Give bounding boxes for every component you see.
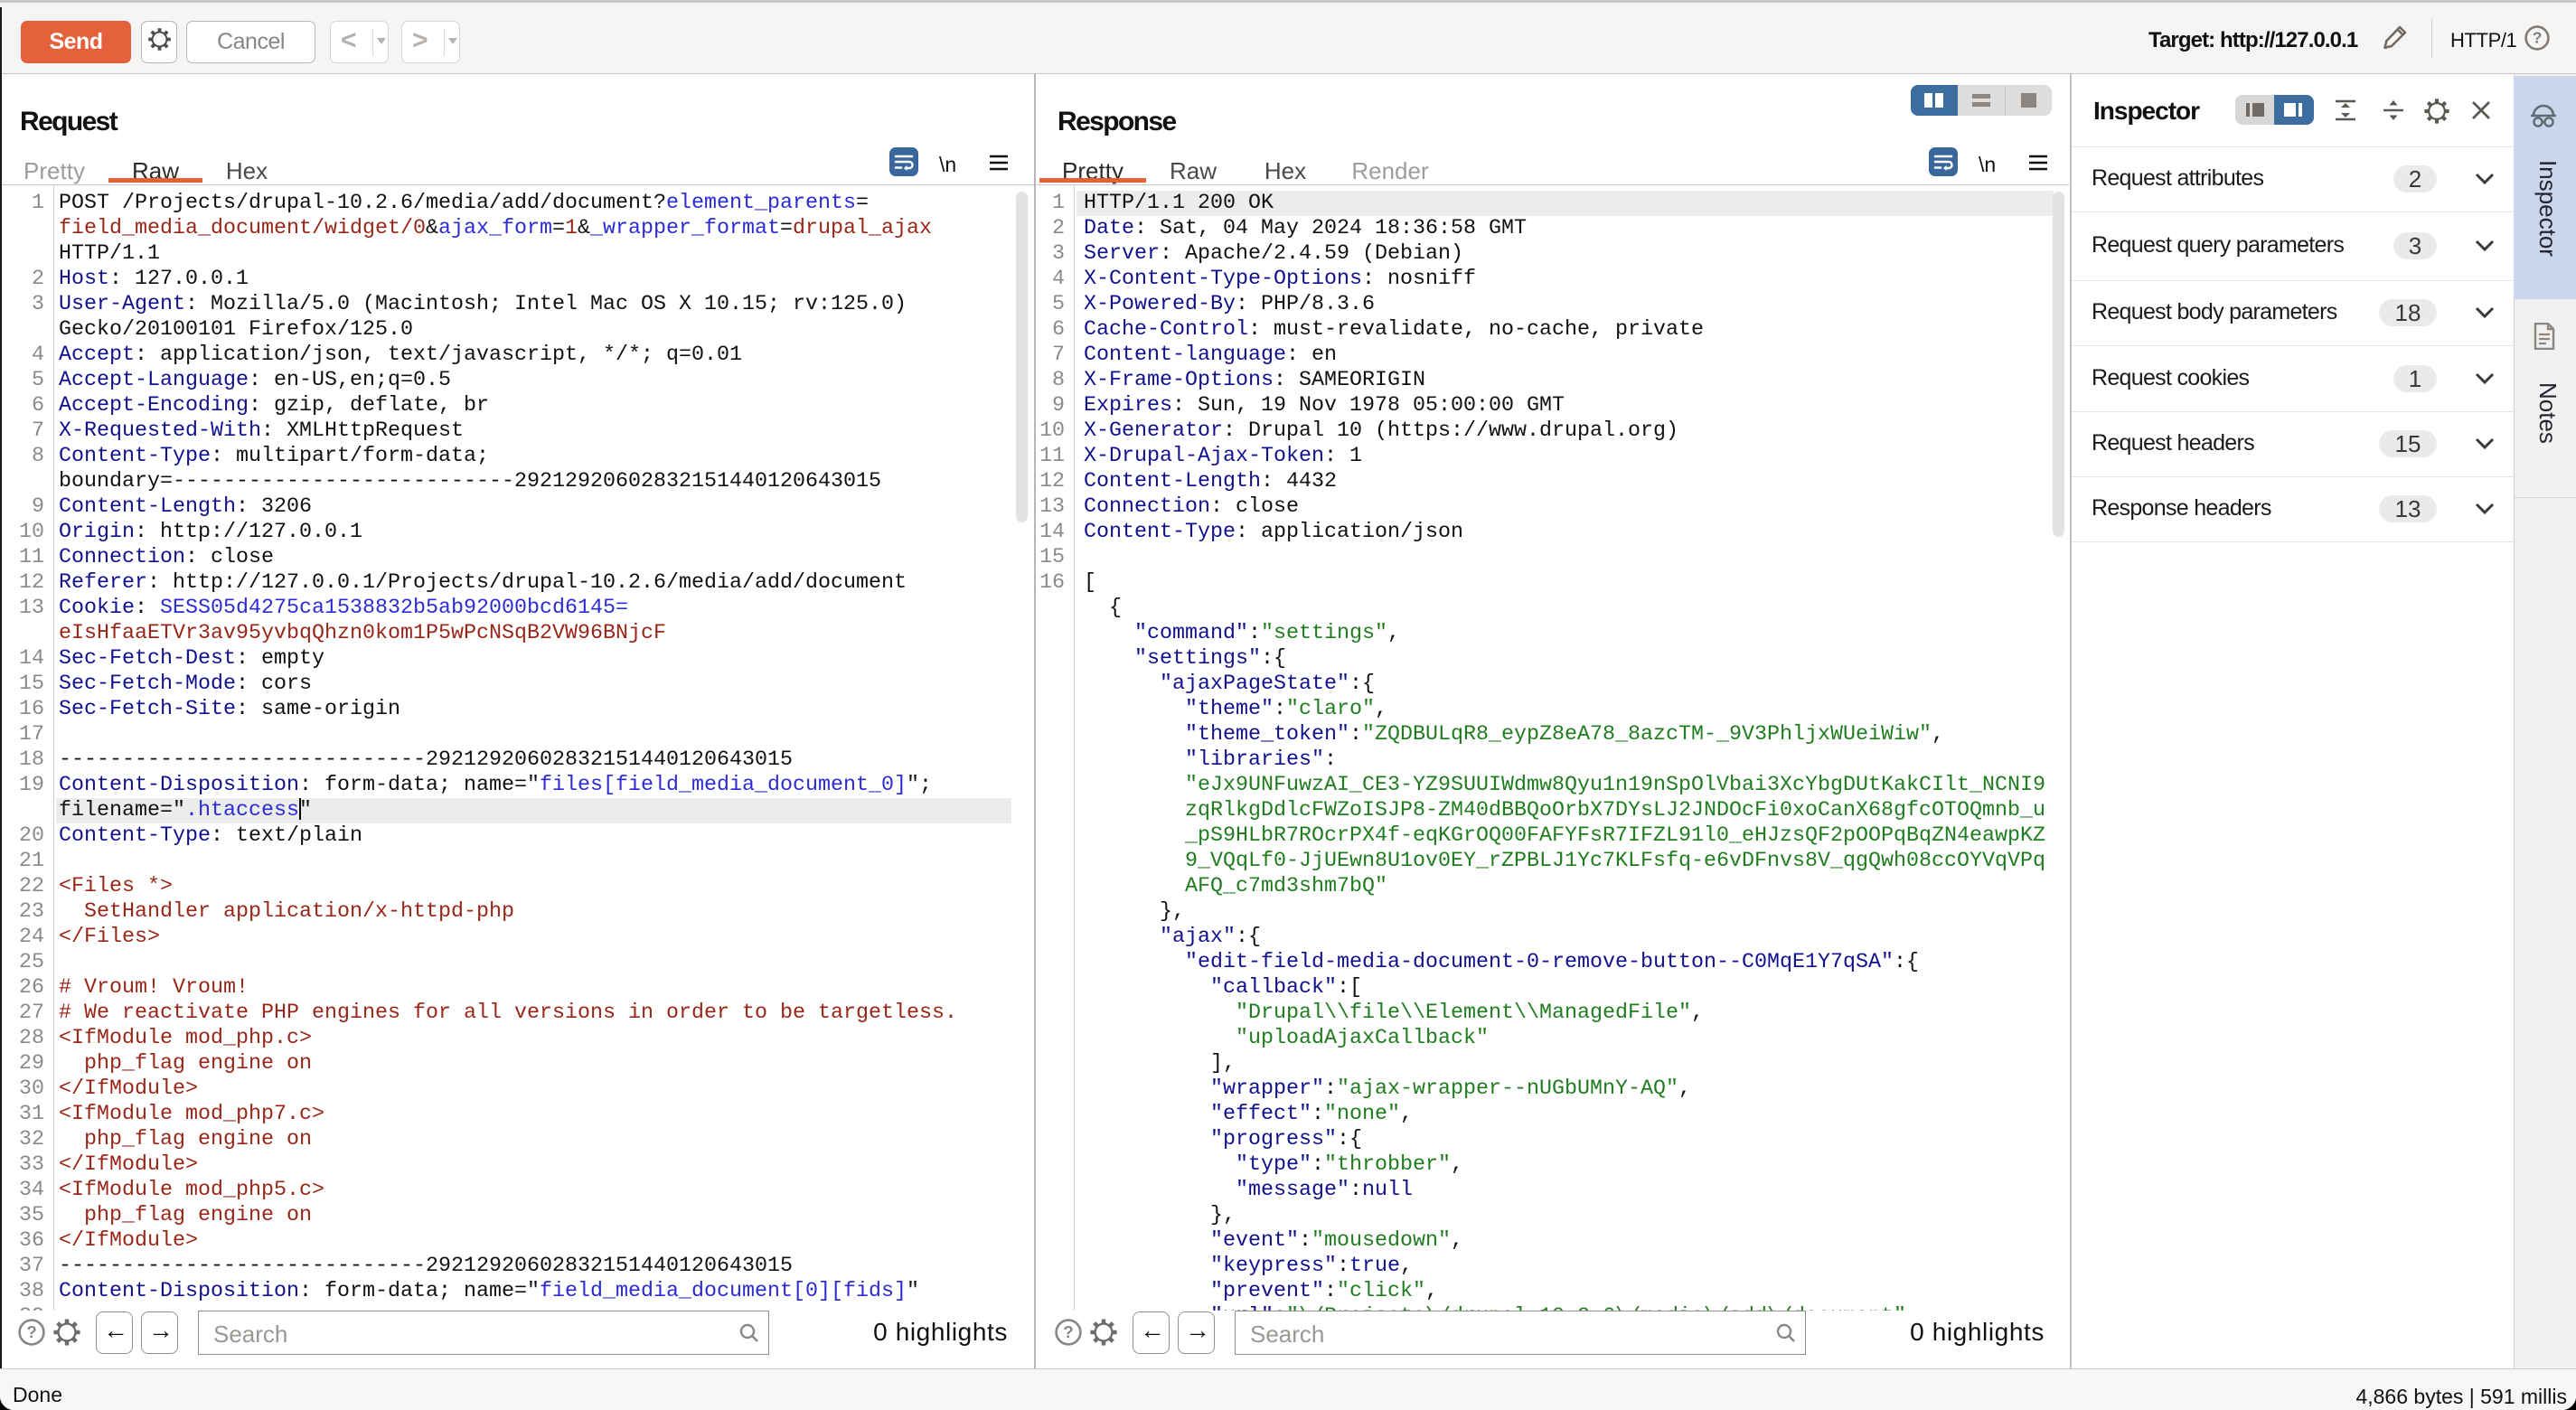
svg-text:?: ? (26, 1322, 36, 1341)
svg-text:?: ? (1063, 1322, 1073, 1341)
svg-text:?: ? (2533, 29, 2543, 47)
